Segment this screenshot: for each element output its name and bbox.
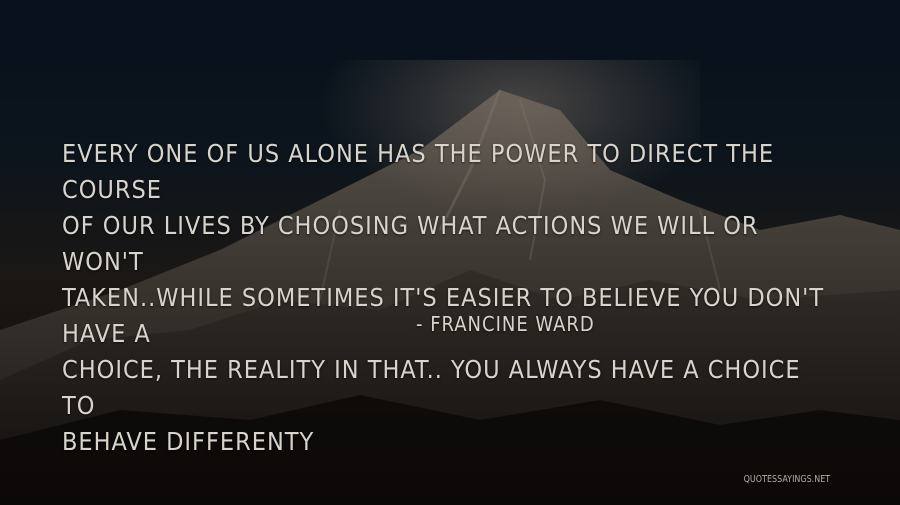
quote-author: - FRANCINE WARD xyxy=(416,312,595,336)
site-watermark: QUOTESSAYINGS.NET xyxy=(743,474,830,485)
quote-text: EVERY ONE OF US ALONE HAS THE POWER TO D… xyxy=(62,139,825,456)
quote-image: EVERY ONE OF US ALONE HAS THE POWER TO D… xyxy=(0,0,900,505)
